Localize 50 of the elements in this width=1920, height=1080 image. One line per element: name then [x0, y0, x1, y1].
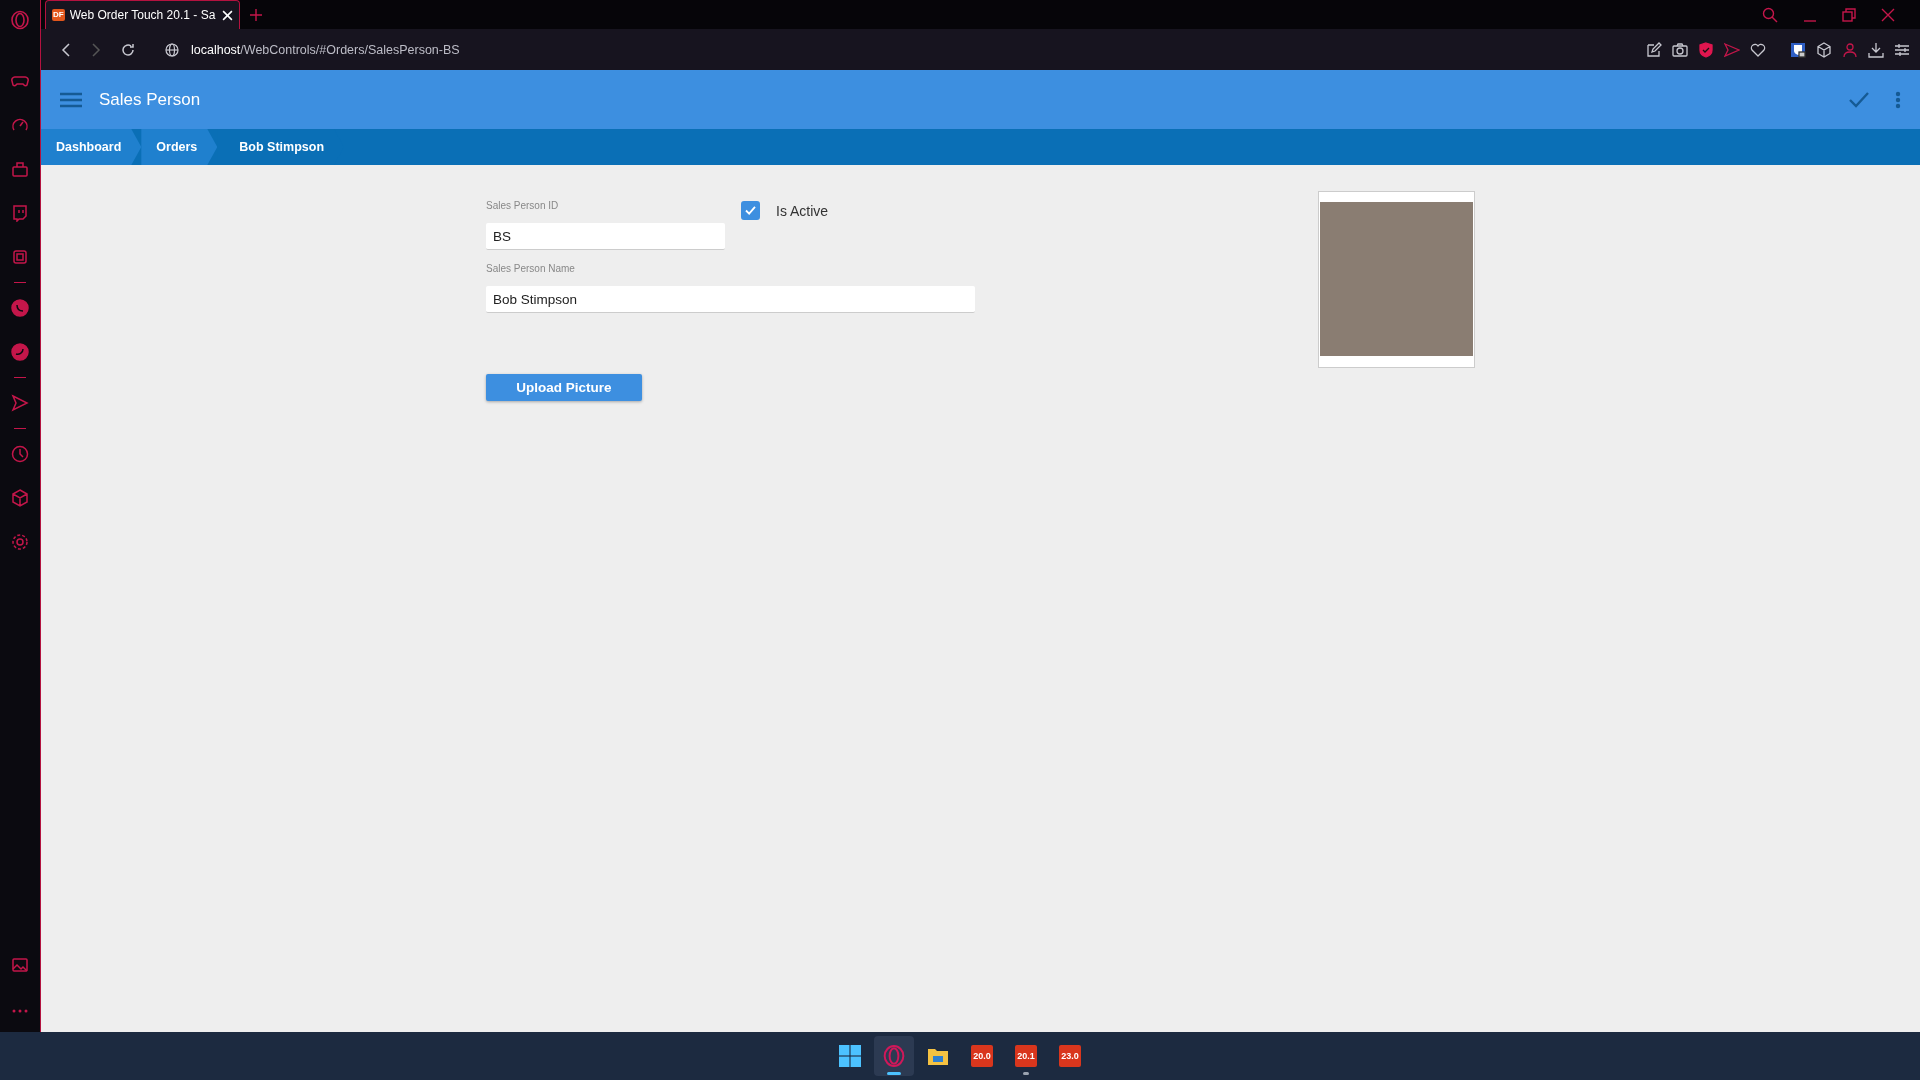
breadcrumb-item[interactable]: Orders [141, 129, 218, 165]
camera-icon[interactable] [1672, 41, 1688, 58]
field-label: Sales Person ID [486, 200, 560, 211]
browser-logo-icon [883, 1045, 905, 1067]
more-icon[interactable] [1895, 90, 1901, 109]
restore-icon[interactable] [1842, 7, 1856, 22]
clock-icon[interactable] [11, 445, 29, 463]
chat-icon[interactable] [11, 204, 29, 222]
back-icon[interactable] [61, 42, 71, 57]
browser-logo-icon[interactable] [10, 10, 30, 30]
breadcrumb-item[interactable]: Dashboard [41, 129, 142, 165]
app-taskbar-button[interactable]: 23.0 [1050, 1036, 1090, 1076]
forward-icon[interactable] [91, 42, 101, 57]
menu-icon[interactable] [60, 91, 82, 108]
send-icon[interactable] [11, 394, 29, 412]
input-field[interactable]: BS [486, 223, 725, 250]
globe-icon [165, 42, 179, 57]
tab-title: Web Order Touch 20.1 - Sa [69, 8, 217, 22]
app-taskbar-button[interactable]: 20.0 [962, 1036, 1002, 1076]
browser-tab[interactable]: DF Web Order Touch 20.1 - Sa [45, 0, 240, 29]
sliders-icon[interactable] [1894, 41, 1910, 58]
reload-icon[interactable] [121, 42, 135, 57]
checkbox[interactable] [741, 201, 760, 220]
more-icon[interactable] [11, 1008, 29, 1014]
gallery-icon[interactable] [11, 956, 29, 974]
search-icon[interactable] [1762, 6, 1778, 23]
favicon-icon: DF [52, 9, 65, 21]
phone-bubble-icon[interactable] [11, 299, 29, 317]
send-icon[interactable] [1724, 41, 1740, 58]
folder-icon [927, 1046, 949, 1066]
checkmark-icon [745, 206, 756, 215]
bag-icon[interactable] [11, 160, 29, 178]
shield-lock-icon[interactable] [1790, 41, 1806, 58]
heart-icon[interactable] [1750, 41, 1766, 58]
upload-button[interactable]: Upload Picture [486, 374, 642, 401]
edit-icon[interactable] [1646, 41, 1662, 58]
browser-taskbar-button[interactable] [874, 1036, 914, 1076]
download-icon[interactable] [1868, 41, 1884, 58]
new-tab-icon[interactable] [250, 8, 262, 21]
settings-icon[interactable] [11, 533, 29, 551]
shield-icon[interactable] [1698, 41, 1714, 58]
field-label: Sales Person Name [486, 263, 576, 274]
page-title: Sales Person [99, 89, 201, 110]
checkmark-icon[interactable] [1849, 91, 1869, 108]
input-field[interactable]: Bob Stimpson [486, 286, 975, 313]
person-icon[interactable] [1842, 41, 1858, 58]
checkbox-label: Is Active [776, 202, 829, 219]
windows-logo-icon [839, 1045, 861, 1067]
app-taskbar-button[interactable]: 20.1 [1006, 1036, 1046, 1076]
address-field[interactable]: localhost/WebControls/#Orders/SalesPerson-BS [191, 42, 460, 57]
